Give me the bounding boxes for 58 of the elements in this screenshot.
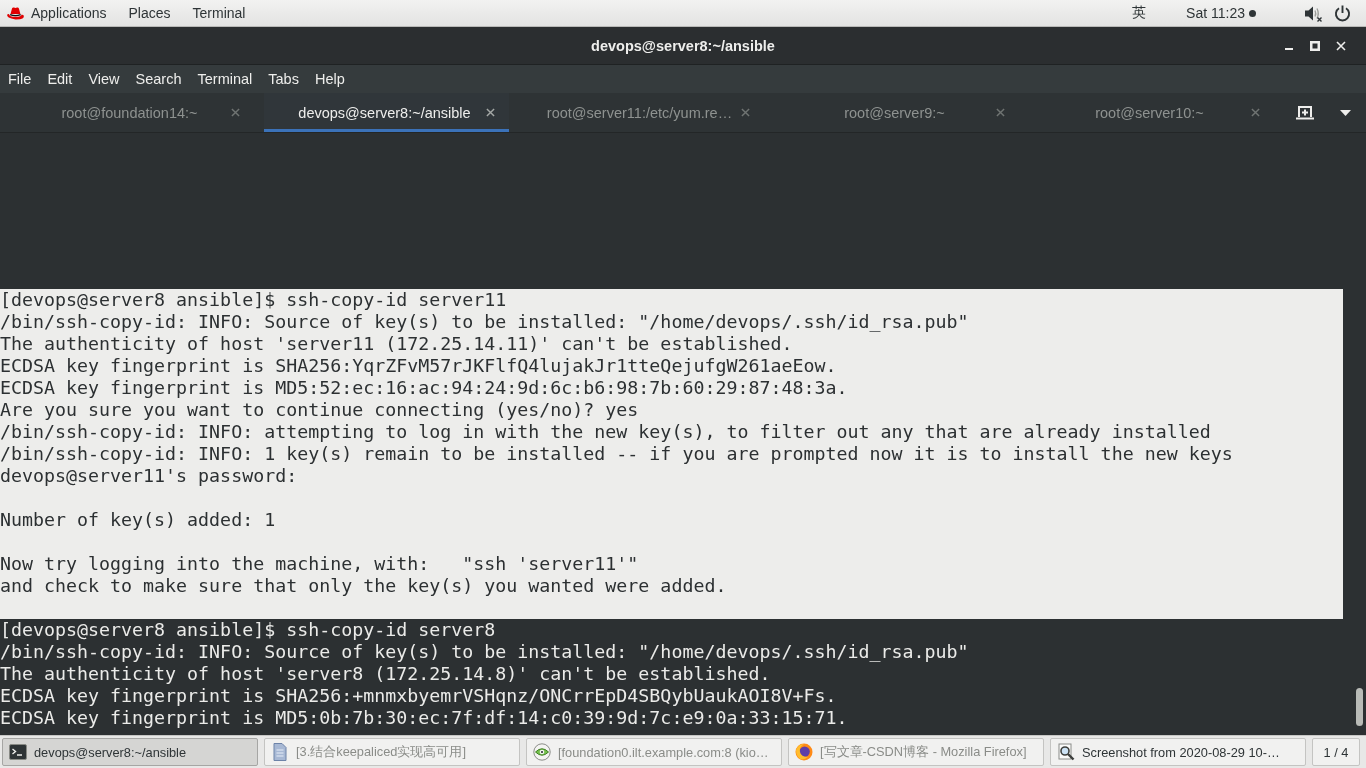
terminal-line: /bin/ssh-copy-id: INFO: Source of key(s) to be installed: "/home/devops/.ssh/id_rsa.pub" [0,311,969,333]
terminal-line: devops@server11's password: [0,465,298,487]
close-icon [230,108,240,117]
hat-icon [6,5,25,21]
window-button[interactable]: Screenshot from 2020-08-29 10-… [1050,738,1306,766]
volume-muted-icon[interactable] [1304,4,1322,22]
window-button[interactable]: devops@server8:~/ansible [2,738,258,766]
eye-icon [533,743,551,761]
terminal-line: ECDSA key fingerprint is SHA256:+mnmxbyemrVSHqnz/ONCrrEpD4SBQybUaukAOI8V+Fs. [0,685,837,707]
terminal-line: [devops@server8 ansible]$ ssh-copy-id server8 [0,619,496,641]
close-icon [485,108,495,117]
close-icon [740,108,750,117]
tab[interactable]: root@server11:/etc/yum.re… [519,93,764,132]
menu-item[interactable]: File [0,65,40,93]
terminal-line: The authenticity of host 'server8 (172.25.14.8)' can't be established. [0,663,771,685]
document-icon [271,743,289,761]
terminal-line: Now try logging into the machine, with: "ssh 'server11'" [0,553,639,575]
scrollbar-thumb[interactable] [1355,688,1363,726]
terminal-line: Are you sure you want to continue connecting (yes/no)? yes [0,399,639,421]
terminal-line: /bin/ssh-copy-id: INFO: 1 key(s) remain to be installed -- if you are prompted now it is to install the new keys [0,443,1233,465]
terminal-line: /bin/ssh-copy-id: INFO: attempting to log in with the new key(s), to filter out any that are already installed [0,421,1211,443]
magnifier-icon [1057,743,1075,761]
terminal-line: ECDSA key fingerprint is MD5:0b:7b:30:ec:7f:df:14:c0:39:9d:7c:e9:0a:33:15:71. [0,707,848,729]
close-icon [1250,108,1260,117]
terminal-line: /bin/ssh-copy-id: INFO: Source of key(s) to be installed: "/home/devops/.ssh/id_rsa.pub" [0,641,969,663]
globe-icon [795,743,813,761]
input-method-indicator[interactable]: 英 [1126,4,1153,22]
tab[interactable]: root@foundation14:~ [9,93,254,132]
workspace-indicator[interactable]: 1 / 4 [1312,738,1360,766]
close-icon [995,108,1005,117]
menu-item[interactable]: Help [306,65,353,93]
tab[interactable]: root@server10:~ [1029,93,1274,132]
terminal-line: [devops@server8 ansible]$ ssh-copy-id server11 [0,289,507,311]
menu-item[interactable]: Terminal [189,65,261,93]
terminal-line: The authenticity of host 'server11 (172.25.14.11)' can't be established. [0,333,793,355]
applications-menu[interactable]: Applications [0,0,118,26]
top-menu[interactable]: Places [117,0,182,26]
maximize-icon [1310,40,1320,51]
window-title: devops@server8:~/ansible [591,37,775,54]
terminal-line: Number of key(s) added: 1 [0,509,276,531]
terminal-icon [9,743,27,761]
terminal-line: ECDSA key fingerprint is SHA256:YqrZFvM57rJKFlfQ4lujakJr1tteQejufgW261aeEow. [0,355,837,377]
new-tab-icon [1296,104,1314,121]
tab[interactable]: devops@server8:~/ansible [264,93,509,132]
menu-item[interactable]: Edit [39,65,81,93]
close-icon [1336,40,1346,51]
notification-dot-icon [1249,9,1256,17]
power-icon[interactable] [1334,4,1351,22]
tab[interactable]: root@server9:~ [774,93,1019,132]
terminal-line: ECDSA key fingerprint is MD5:52:ec:16:ac:94:24:9d:6c:b6:98:7b:60:29:87:48:3a. [0,377,848,399]
clock[interactable]: Sat 11:23 [1182,5,1260,21]
caret-icon [1339,109,1351,116]
menu-item[interactable]: View [80,65,128,93]
minimize-icon [1285,48,1293,50]
menu-item[interactable]: Tabs [260,65,307,93]
terminal-line: and check to make sure that only the key(s) you wanted were added. [0,575,727,597]
menu-item[interactable]: Search [127,65,190,93]
top-menu[interactable]: Terminal [181,0,257,26]
